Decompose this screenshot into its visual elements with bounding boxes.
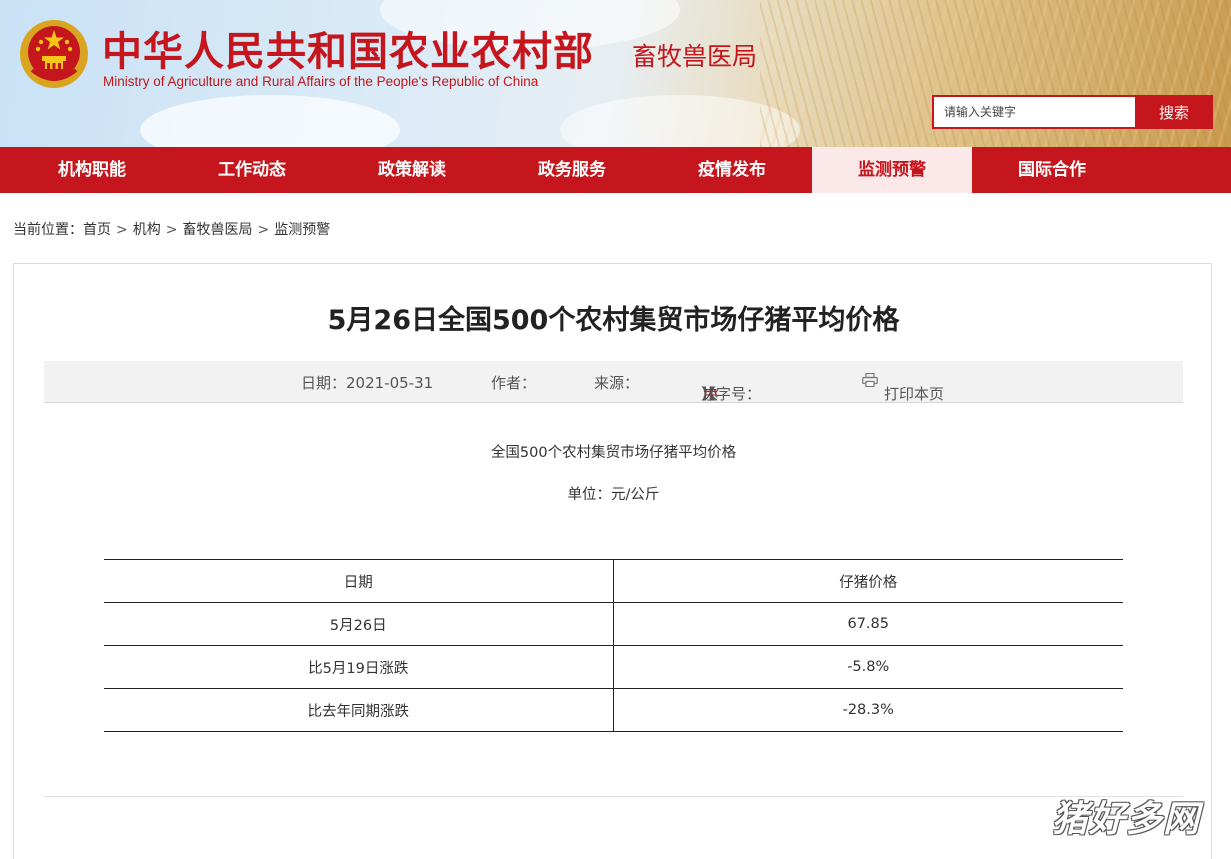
table-cell-price: -5.8% <box>613 645 1123 689</box>
breadcrumb: 当前位置：首页 > 机构 > 畜牧兽医局 > 监测预警 <box>13 219 330 239</box>
nav-item-monitoring[interactable]: 监测预警 <box>812 147 972 193</box>
breadcrumb-separator: > <box>165 222 178 238</box>
breadcrumb-org[interactable]: 机构 <box>133 222 161 238</box>
site-title[interactable]: 中华人民共和国农业农村部 <box>102 19 594 77</box>
table-cell-date: 5月26日 <box>104 602 614 646</box>
breadcrumb-separator: > <box>257 222 270 238</box>
breadcrumb-bureau[interactable]: 畜牧兽医局 <box>182 222 252 238</box>
banner-cloud <box>140 95 400 147</box>
nav-item-work-news[interactable]: 工作动态 <box>172 147 332 193</box>
breadcrumb-home[interactable]: 首页 <box>83 222 111 238</box>
site-subtitle: Ministry of Agriculture and Rural Affair… <box>103 74 539 89</box>
content-divider <box>44 796 1183 797</box>
main-nav: 机构职能 工作动态 政策解读 政务服务 疫情发布 监测预警 国际合作 <box>0 147 1231 193</box>
table-header-date: 日期 <box>104 559 614 603</box>
table-header-row: 日期 仔猪价格 <box>104 559 1123 603</box>
nav-item-gov-services[interactable]: 政务服务 <box>492 147 652 193</box>
content-unit: 单位：元/公斤 <box>567 487 660 503</box>
article-title: 5月26日全国500个农村集贸市场仔猪平均价格 <box>327 305 900 336</box>
nav-item-policy[interactable]: 政策解读 <box>332 147 492 193</box>
table-cell-date: 比去年同期涨跌 <box>104 688 614 732</box>
nav-item-org-functions[interactable]: 机构职能 <box>12 147 172 193</box>
breadcrumb-separator: > <box>116 222 128 238</box>
table-row: 比5月19日涨跌 -5.8% <box>104 645 1123 689</box>
national-emblem-icon <box>20 20 88 88</box>
article-meta-bar: 日期：2021-05-31 作者： 来源： 【字号：大 中 小】 打印本页 <box>44 361 1183 403</box>
breadcrumb-prefix: 当前位置： <box>13 222 83 238</box>
price-table: 日期 仔猪价格 5月26日 67.85 比5月19日涨跌 -5.8% 比去年同期… <box>104 559 1123 732</box>
search-box: 搜索 <box>932 95 1213 129</box>
printer-icon <box>862 373 878 387</box>
font-size-suffix: 】 <box>701 385 717 403</box>
table-header-price: 仔猪价格 <box>613 559 1123 603</box>
watermark: 猪好多网 <box>1052 799 1201 840</box>
breadcrumb-monitoring[interactable]: 监测预警 <box>274 222 330 238</box>
table-cell-price: -28.3% <box>613 688 1123 732</box>
search-input[interactable] <box>932 95 1135 129</box>
header-banner: 中华人民共和国农业农村部 Ministry of Agriculture and… <box>0 0 1231 147</box>
nav-item-international[interactable]: 国际合作 <box>972 147 1132 193</box>
article-panel: 5月26日全国500个农村集贸市场仔猪平均价格 日期：2021-05-31 作者… <box>13 263 1212 859</box>
table-row: 5月26日 67.85 <box>104 602 1123 646</box>
nav-item-epidemic[interactable]: 疫情发布 <box>652 147 812 193</box>
search-button[interactable]: 搜索 <box>1135 95 1213 129</box>
article-date: 日期：2021-05-31 <box>301 374 434 392</box>
content-heading: 全国500个农村集贸市场仔猪平均价格 <box>490 445 737 461</box>
table-cell-price: 67.85 <box>613 602 1123 646</box>
bureau-name: 畜牧兽医局 <box>632 42 758 71</box>
print-page-button[interactable]: 打印本页 <box>862 372 944 403</box>
article-author: 作者： <box>491 374 537 392</box>
print-page-label: 打印本页 <box>884 385 945 403</box>
table-cell-date: 比5月19日涨跌 <box>104 645 614 689</box>
article-source: 来源： <box>594 374 640 392</box>
table-row: 比去年同期涨跌 -28.3% <box>104 688 1123 732</box>
